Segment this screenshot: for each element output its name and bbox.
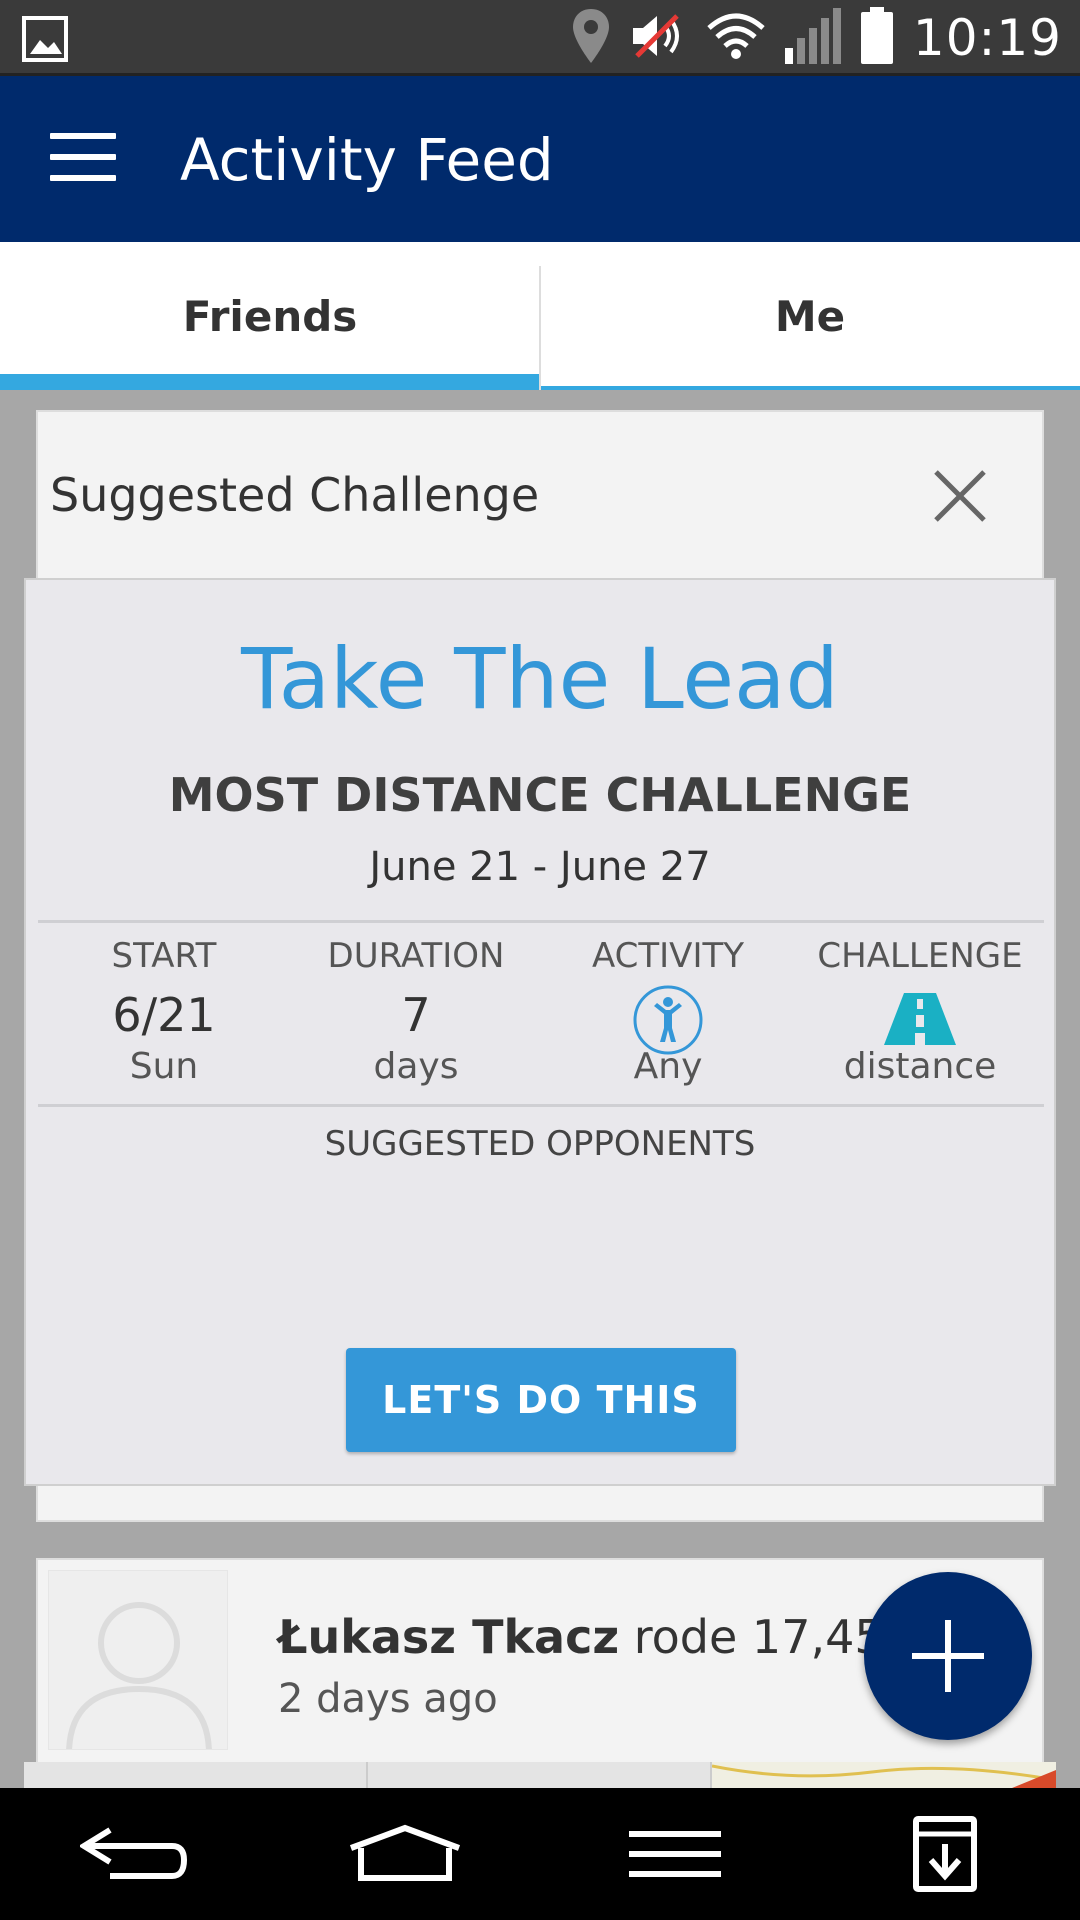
challenge-title: Take The Lead xyxy=(241,630,839,728)
app-bar: Activity Feed xyxy=(0,76,1080,242)
stat-start-value: 6/21 xyxy=(112,988,216,1042)
back-icon[interactable] xyxy=(65,1804,205,1904)
challenge-panel: Take The Lead MOST DISTANCE CHALLENGE Ju… xyxy=(24,578,1056,1486)
download-icon[interactable] xyxy=(875,1804,1015,1904)
challenge-dates: June 21 - June 27 xyxy=(369,844,711,890)
person-activity-icon xyxy=(542,984,794,1055)
feed-thumbnail[interactable] xyxy=(368,1762,712,1788)
close-icon[interactable] xyxy=(930,466,990,526)
stat-start: START 6/21 Sun xyxy=(38,916,290,1096)
challenge-subtitle: MOST DISTANCE CHALLENGE xyxy=(168,768,912,822)
feed-user-name[interactable]: Łukasz Tkacz xyxy=(278,1610,619,1664)
gallery-icon xyxy=(22,16,68,67)
stat-start-label: START xyxy=(111,936,217,976)
add-fab-button[interactable] xyxy=(864,1572,1032,1740)
feed-timestamp: 2 days ago xyxy=(278,1676,498,1722)
mute-icon xyxy=(629,10,689,67)
feed-thumbnail[interactable] xyxy=(24,1762,368,1788)
signal-icon xyxy=(783,7,841,69)
location-icon xyxy=(571,7,611,70)
stat-duration-label: DURATION xyxy=(327,936,505,976)
home-icon[interactable] xyxy=(335,1804,475,1904)
recent-apps-icon[interactable] xyxy=(605,1804,745,1904)
stat-duration: DURATION 7 days xyxy=(290,916,542,1096)
stat-challenge-label: CHALLENGE xyxy=(817,936,1023,976)
status-bar: 10:19 xyxy=(0,0,1080,76)
stat-start-unit: Sun xyxy=(129,1046,199,1087)
system-nav-bar xyxy=(0,1788,1080,1920)
map-thumbnail[interactable] xyxy=(711,1762,1057,1788)
feed-thumbnails xyxy=(24,1762,1057,1788)
hamburger-menu-icon[interactable] xyxy=(50,133,116,185)
divider xyxy=(38,1104,1044,1107)
challenge-stats: START 6/21 Sun DURATION 7 days ACTIVITY … xyxy=(38,916,1046,1096)
wifi-icon xyxy=(707,12,765,65)
suggested-challenge-header: Suggested Challenge xyxy=(50,468,540,522)
plus-icon xyxy=(912,1620,984,1692)
status-time: 10:19 xyxy=(912,9,1062,67)
stat-challenge: CHALLENGE distance xyxy=(794,916,1046,1096)
stat-activity: ACTIVITY Any xyxy=(542,916,794,1096)
suggested-opponents-label: SUGGESTED OPPONENTS xyxy=(324,1124,756,1164)
stat-duration-value: 7 xyxy=(401,988,431,1042)
lets-do-this-button[interactable]: LET'S DO THIS xyxy=(346,1348,736,1452)
page-title: Activity Feed xyxy=(180,126,554,194)
stat-duration-unit: days xyxy=(373,1046,459,1087)
tab-friends[interactable]: Friends xyxy=(0,242,540,390)
stat-activity-label: ACTIVITY xyxy=(591,936,745,976)
tab-me[interactable]: Me xyxy=(540,242,1080,390)
road-icon xyxy=(794,984,1046,1046)
stat-challenge-unit: distance xyxy=(843,1046,997,1087)
battery-icon xyxy=(859,6,895,70)
default-avatar-icon[interactable] xyxy=(48,1570,228,1750)
stat-activity-unit: Any xyxy=(633,1046,703,1087)
tab-divider xyxy=(539,266,541,390)
